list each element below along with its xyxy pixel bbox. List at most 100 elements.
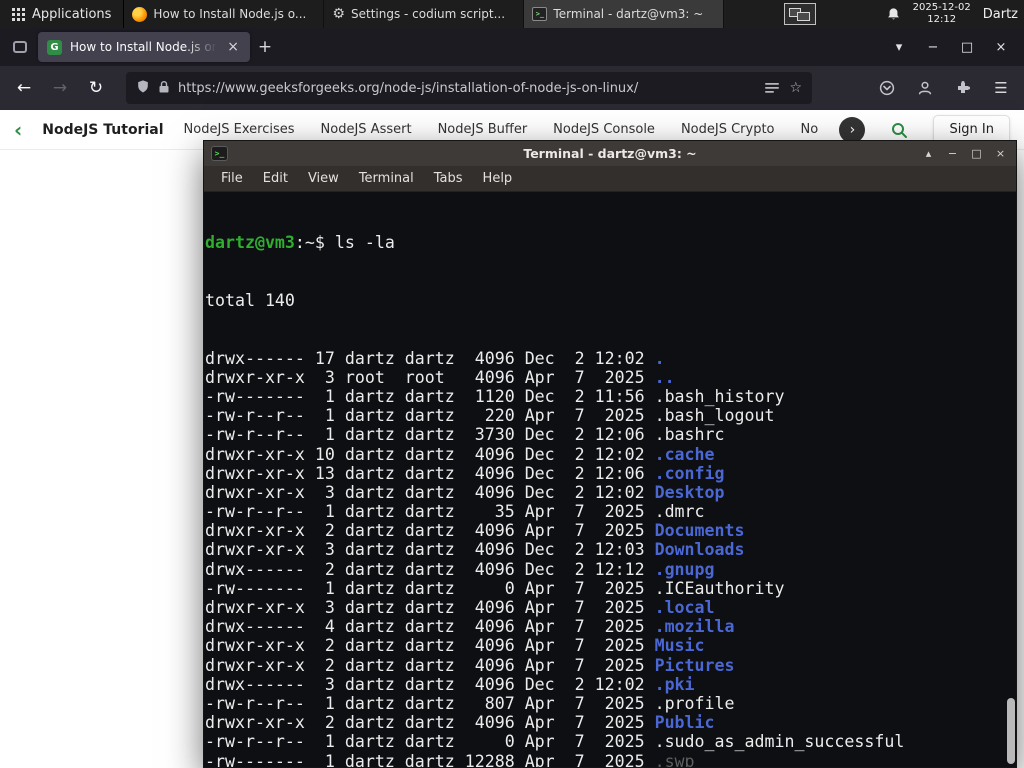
file-name: .pki: [654, 674, 695, 694]
top-panel: Applications How to Install Node.js o...…: [0, 0, 1024, 28]
panel-clock[interactable]: 2025-12-02 12:12: [913, 2, 971, 26]
terminal-minimize-button[interactable]: −: [944, 147, 961, 160]
tab-favicon: G: [47, 39, 62, 55]
tabbar-right-controls: ▾ − □ ×: [882, 31, 1018, 63]
window-close-button[interactable]: ×: [984, 31, 1018, 63]
browser-tab-bar: G How to Install Node.js on... × + ▾ − □…: [0, 28, 1024, 66]
taskbar-item-label: How to Install Node.js o...: [153, 7, 307, 21]
clock-date: 2025-12-02: [912, 2, 971, 13]
bookmark-star-icon[interactable]: ☆: [789, 80, 802, 96]
reload-button[interactable]: ↻: [80, 72, 112, 104]
notification-bell-icon[interactable]: [886, 7, 901, 22]
terminal-listing-row: -rw-r--r-- 1 dartz dartz 807 Apr 7 2025 …: [205, 693, 735, 713]
url-bar[interactable]: https://www.geeksforgeeks.org/node-js/in…: [126, 72, 812, 104]
menu-view[interactable]: View: [299, 168, 348, 189]
file-name: Public: [654, 713, 715, 733]
terminal-listing-row: -rw-r--r-- 1 dartz dartz 220 Apr 7 2025 …: [205, 406, 775, 426]
workspace-switcher[interactable]: [784, 3, 817, 25]
site-nav-brand[interactable]: NodeJS Tutorial: [42, 122, 163, 138]
terminal-window-controls: ▴ − □ ×: [920, 147, 1009, 160]
terminal-scrollbar-thumb[interactable]: [1007, 698, 1015, 764]
terminal-window-title: Terminal - dartz@vm3: ~: [523, 146, 697, 161]
nav-link-assert[interactable]: NodeJS Assert: [321, 122, 412, 137]
taskbar-item-settings[interactable]: ⚙ Settings - codium script...: [324, 0, 525, 28]
app-menu-icon[interactable]: ☰: [986, 73, 1016, 103]
file-name: .config: [654, 463, 725, 483]
terminal-menubar: File Edit View Terminal Tabs Help: [204, 166, 1016, 192]
terminal-maximize-button[interactable]: □: [968, 147, 985, 160]
applications-grid-icon: [12, 7, 25, 21]
lock-icon[interactable]: [158, 79, 170, 98]
terminal-listing-row: drwxr-xr-x 2 dartz dartz 4096 Apr 7 2025…: [205, 655, 735, 675]
menu-edit[interactable]: Edit: [254, 168, 297, 189]
urlbar-page-actions: ☆: [765, 79, 802, 98]
account-icon[interactable]: [910, 73, 940, 103]
menu-file[interactable]: File: [212, 168, 252, 189]
nav-link-crypto[interactable]: NodeJS Crypto: [681, 122, 775, 137]
terminal-scrollbar[interactable]: [1005, 192, 1016, 767]
list-all-tabs-icon[interactable]: ▾: [882, 31, 916, 63]
browser-tab-active[interactable]: G How to Install Node.js on... ×: [38, 32, 250, 62]
url-text: https://www.geeksforgeeks.org/node-js/in…: [178, 80, 639, 96]
tab-close-icon[interactable]: ×: [225, 39, 241, 55]
file-name: .profile: [654, 693, 735, 713]
file-name: .bashrc: [654, 425, 725, 445]
toolbar-right-icons: ☰: [872, 73, 1016, 103]
file-name: .local: [654, 598, 715, 618]
terminal-listing-row: drwxr-xr-x 3 dartz dartz 4096 Apr 7 2025…: [205, 598, 715, 618]
pocket-icon[interactable]: [872, 73, 902, 103]
tab-title: How to Install Node.js on...: [70, 40, 218, 54]
terminal-listing: drwx------ 17 dartz dartz 4096 Dec 2 12:…: [205, 349, 1016, 767]
nav-scroll-left-icon[interactable]: ‹: [14, 120, 22, 140]
terminal-listing-row: drwxr-xr-x 10 dartz dartz 4096 Dec 2 12:…: [205, 444, 715, 464]
taskbar-item-browser[interactable]: How to Install Node.js o...: [124, 0, 325, 28]
panel-status-area: 2025-12-02 12:12 Dartz: [886, 0, 1024, 28]
menu-tabs[interactable]: Tabs: [425, 168, 472, 189]
menu-help[interactable]: Help: [474, 168, 522, 189]
terminal-shade-button[interactable]: ▴: [920, 147, 937, 160]
user-menu[interactable]: Dartz: [983, 7, 1018, 22]
nav-link-buffer[interactable]: NodeJS Buffer: [438, 122, 528, 137]
terminal-listing-row: -rw------- 1 dartz dartz 12288 Apr 7 202…: [205, 752, 1016, 767]
file-name: .swp: [654, 751, 695, 767]
site-nav-links: NodeJS Exercises NodeJS Assert NodeJS Bu…: [184, 122, 820, 137]
terminal-close-button[interactable]: ×: [992, 147, 1009, 160]
terminal-listing-row: drwxr-xr-x 3 dartz dartz 4096 Dec 2 12:0…: [205, 482, 725, 502]
terminal-listing-row: drwx------ 3 dartz dartz 4096 Dec 2 12:0…: [205, 674, 695, 694]
nav-scroll-right-button[interactable]: ›: [839, 116, 866, 143]
firefox-view-icon: [13, 41, 27, 53]
menu-terminal[interactable]: Terminal: [350, 168, 423, 189]
terminal-titlebar[interactable]: >_ Terminal - dartz@vm3: ~ ▴ − □ ×: [204, 141, 1016, 166]
terminal-listing-row: drwx------ 17 dartz dartz 4096 Dec 2 12:…: [205, 348, 665, 368]
back-button[interactable]: ←: [8, 72, 40, 104]
file-name: .: [654, 348, 665, 368]
window-maximize-button[interactable]: □: [950, 31, 984, 63]
firefox-view-button[interactable]: [6, 34, 34, 60]
reader-mode-icon[interactable]: [765, 79, 780, 98]
window-minimize-button[interactable]: −: [916, 31, 950, 63]
applications-menu-label: Applications: [32, 6, 112, 22]
new-tab-button[interactable]: +: [250, 33, 280, 61]
terminal-listing-row: drwx------ 2 dartz dartz 4096 Dec 2 12:1…: [205, 559, 715, 579]
file-name: .bash_history: [654, 386, 785, 406]
terminal-listing-row: drwxr-xr-x 3 dartz dartz 4096 Dec 2 12:0…: [205, 540, 745, 560]
file-name: Music: [654, 636, 705, 656]
nav-link-exercises[interactable]: NodeJS Exercises: [184, 122, 295, 137]
extensions-puzzle-icon[interactable]: [948, 73, 978, 103]
terminal-command: ls -la: [334, 233, 395, 253]
file-name: .mozilla: [654, 617, 735, 637]
applications-menu-button[interactable]: Applications: [0, 0, 125, 28]
terminal-icon: >_: [532, 7, 548, 21]
prompt-suffix: :~$: [294, 233, 335, 253]
tracking-shield-icon[interactable]: [136, 79, 150, 98]
taskbar-item-terminal[interactable]: >_ Terminal - dartz@vm3: ~: [524, 0, 725, 28]
file-name: ..: [654, 367, 675, 387]
terminal-listing-row: drwxr-xr-x 2 dartz dartz 4096 Apr 7 2025…: [205, 636, 705, 656]
forward-button[interactable]: →: [44, 72, 76, 104]
terminal-listing-row: drwxr-xr-x 13 dartz dartz 4096 Dec 2 12:…: [205, 463, 725, 483]
terminal-window: >_ Terminal - dartz@vm3: ~ ▴ − □ × File …: [203, 140, 1017, 768]
terminal-output[interactable]: dartz@vm3:~$ ls -la total 140 drwx------…: [204, 192, 1016, 767]
file-name: Downloads: [654, 540, 745, 560]
nav-link-dns[interactable]: NodeJS DNS: [801, 122, 820, 137]
nav-link-console[interactable]: NodeJS Console: [553, 122, 655, 137]
